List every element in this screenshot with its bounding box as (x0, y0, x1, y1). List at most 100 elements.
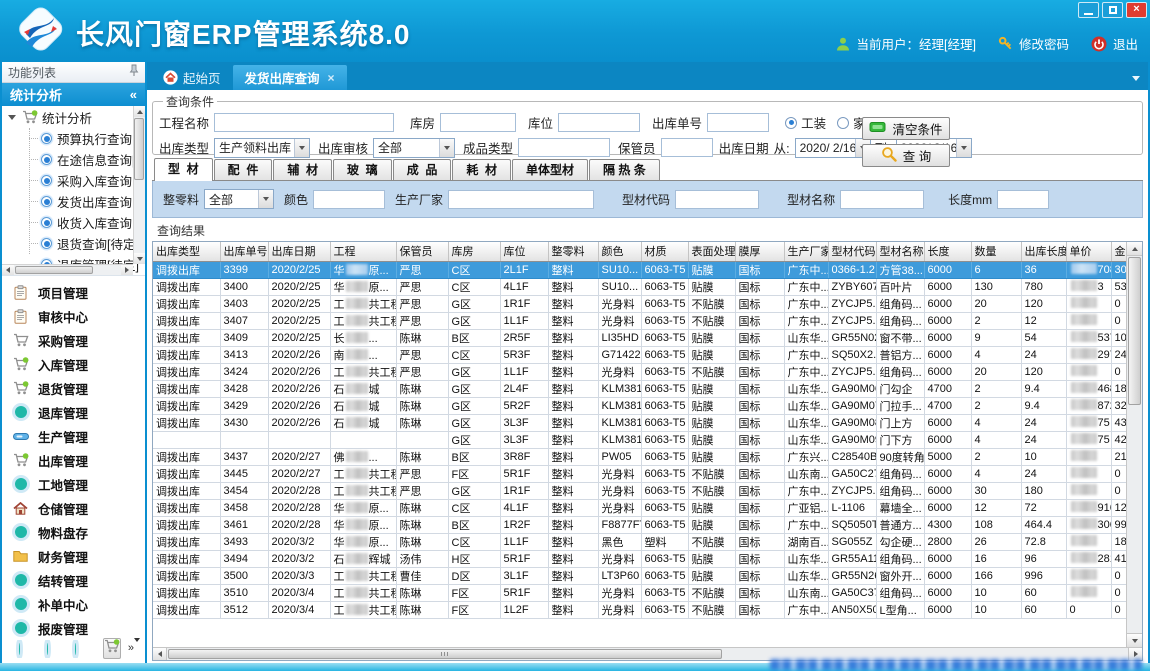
dropdown-arrow-icon[interactable] (956, 139, 971, 157)
length-input[interactable] (997, 190, 1049, 209)
column-header[interactable]: 库位 (500, 242, 548, 261)
column-header[interactable]: 颜色 (598, 242, 641, 261)
table-row[interactable]: 调拨出库34002020/2/25华原...严思C区4L1F整料SU10...6… (153, 278, 1141, 295)
column-header[interactable]: 型材名称 (876, 242, 924, 261)
table-row[interactable]: 调拨出库34582020/2/28华原...陈琳C区4L1F整料光身料6063-… (153, 499, 1141, 516)
scroll-up-icon[interactable] (134, 106, 145, 117)
column-header[interactable]: 保管员 (396, 242, 448, 261)
pin-icon[interactable] (129, 64, 139, 80)
outbound-type-select[interactable]: 生产领料出库 (214, 138, 310, 158)
dock-cart-button[interactable] (103, 638, 121, 659)
maximize-button[interactable] (1102, 2, 1123, 18)
sidebar-item-结转管理[interactable]: 结转管理 (2, 568, 145, 592)
tab-起始页[interactable]: 起始页 (151, 65, 233, 90)
dropdown-arrow-icon[interactable] (439, 139, 454, 157)
scroll-up-icon[interactable] (1127, 242, 1142, 256)
close-button[interactable]: × (1126, 2, 1147, 18)
tree-horizontal-scrollbar[interactable] (2, 264, 133, 275)
table-row[interactable]: 调拨出库34542020/2/28工共工程严思G区1R1F整料光身料6063-T… (153, 482, 1141, 499)
column-header[interactable]: 工程 (330, 242, 396, 261)
table-row[interactable]: 调拨出库34932020/3/2华原...陈琳C区1L1F整料黑色塑料不贴膜国标… (153, 533, 1141, 550)
column-header[interactable]: 数量 (971, 242, 1021, 261)
table-row[interactable]: 调拨出库35002020/3/3工共工程曹佳D区3L1F整料LT3P606063… (153, 567, 1141, 584)
order-no-input[interactable] (707, 113, 769, 132)
table-row[interactable]: 调拨出库34092020/2/25长...陈琳B区2R5F整料LI35HD606… (153, 329, 1141, 346)
search-button[interactable]: 查 询 (862, 144, 950, 167)
dock-circle-icon[interactable] (19, 643, 20, 655)
table-row[interactable]: 调拨出库34452020/2/27工共工程严思F区5R1F整料光身料6063-T… (153, 465, 1141, 482)
tree-vertical-scrollbar[interactable] (133, 106, 145, 264)
table-row[interactable]: 调拨出库34282020/2/26石城陈琳G区2L4F整料KLM38176063… (153, 380, 1141, 397)
sidebar-item-补单中心[interactable]: 补单中心 (2, 592, 145, 616)
keeper-input[interactable] (661, 138, 713, 157)
date-from-select[interactable]: 2020/ 2/16 (795, 138, 871, 158)
column-header[interactable]: 表面处理 (688, 242, 735, 261)
dock-circle-icon[interactable] (47, 643, 48, 655)
color-input[interactable] (313, 190, 385, 209)
scroll-left-icon[interactable] (153, 648, 167, 660)
scroll-right-icon[interactable] (121, 265, 133, 275)
vertical-scrollbar[interactable] (1126, 242, 1142, 647)
table-row[interactable]: 调拨出库34942020/3/2石辉城汤伟H区5R1F整料光身料6063-T5贴… (153, 550, 1141, 567)
tree-item[interactable]: 采购入库查询 (2, 170, 145, 191)
table-row[interactable]: 调拨出库34072020/2/25工共工程严思G区1L1F整料光身料6063-T… (153, 312, 1141, 329)
manufacturer-input[interactable] (448, 190, 594, 209)
table-row[interactable]: 调拨出库35102020/3/4工共工程陈琳F区5R1F整料光身料6063-T5… (153, 584, 1141, 601)
table-row[interactable]: 调拨出库34032020/2/25工共工程严思G区1R1F整料光身料6063-T… (153, 295, 1141, 312)
sidebar-group-header[interactable]: 统计分析 « (2, 83, 145, 106)
sidebar-item-退库管理[interactable]: 退库管理 (2, 400, 145, 424)
scroll-down-icon[interactable] (134, 253, 145, 264)
column-header[interactable]: 出库日期 (268, 242, 330, 261)
tree-item[interactable]: 在途信息查询[待 (2, 149, 145, 170)
profile-code-input[interactable] (675, 190, 759, 209)
sidebar-item-入库管理[interactable]: 入库管理 (2, 352, 145, 376)
tree-item[interactable]: 发货出库查询 (2, 191, 145, 212)
column-header[interactable]: 出库类型 (153, 242, 220, 261)
radio-industrial-label[interactable]: 工装 (801, 113, 826, 132)
column-header[interactable]: 长度 (924, 242, 971, 261)
tab-发货出库查询[interactable]: 发货出库查询× (233, 65, 347, 90)
minimize-button[interactable] (1078, 2, 1099, 18)
change-password-link[interactable]: 修改密码 (1019, 34, 1069, 53)
more-buttons-chevron[interactable]: » (128, 645, 140, 652)
collapse-icon[interactable]: « (130, 87, 137, 102)
project-name-input[interactable] (214, 113, 394, 132)
radio-home[interactable] (837, 117, 849, 129)
profile-name-input[interactable] (840, 190, 924, 209)
column-header[interactable]: 出库单号 (220, 242, 268, 261)
sidebar-item-物料盘存[interactable]: 物料盘存 (2, 520, 145, 544)
dropdown-arrow-icon[interactable] (294, 139, 309, 157)
tree-vscroll-thumb[interactable] (134, 118, 144, 180)
sidebar-item-仓储管理[interactable]: 仓储管理 (2, 496, 145, 520)
horizontal-scroll-thumb[interactable] (168, 649, 722, 659)
scroll-left-icon[interactable] (2, 265, 14, 275)
table-row[interactable]: G区3L3F整料KLM38176063-T5贴膜国标山东华...GA90M09.… (153, 431, 1141, 448)
tree-hscroll-thumb[interactable] (15, 266, 93, 274)
audit-select[interactable]: 全部 (373, 138, 455, 158)
dock-circle-icon[interactable] (75, 643, 76, 655)
sidebar-item-报废管理[interactable]: 报废管理 (2, 616, 145, 637)
table-row[interactable]: 调拨出库34372020/2/27佛...陈琳B区3R8F整料PW056063-… (153, 448, 1141, 465)
vertical-scroll-thumb[interactable] (1128, 257, 1141, 405)
sidebar-item-项目管理[interactable]: 项目管理 (2, 280, 145, 304)
column-header[interactable]: 库房 (448, 242, 500, 261)
column-header[interactable]: 材质 (641, 242, 688, 261)
clear-conditions-button[interactable]: 清空条件 (862, 117, 950, 140)
tab-close-icon[interactable]: × (328, 71, 335, 85)
sidebar-item-出库管理[interactable]: 出库管理 (2, 448, 145, 472)
table-row[interactable]: 调拨出库34612020/2/28华原...陈琳B区1R2F整料F8877FT6… (153, 516, 1141, 533)
sidebar-item-采购管理[interactable]: 采购管理 (2, 328, 145, 352)
table-row[interactable]: 调拨出库34242020/2/26工共工程严思G区1L1F整料光身料6063-T… (153, 363, 1141, 380)
sidebar-item-生产管理[interactable]: 生产管理 (2, 424, 145, 448)
sidebar-item-工地管理[interactable]: 工地管理 (2, 472, 145, 496)
tree-root-node[interactable]: 统计分析 (2, 106, 145, 128)
scroll-down-icon[interactable] (1127, 633, 1142, 647)
table-row[interactable]: 调拨出库34132020/2/26南...严思C区5R3F整料G71422606… (153, 346, 1141, 363)
column-header[interactable]: 生产厂家 (784, 242, 828, 261)
sidebar-item-审核中心[interactable]: 审核中心 (2, 304, 145, 328)
tree-item[interactable]: 退货查询[待定] (2, 233, 145, 254)
product-type-input[interactable] (518, 138, 610, 157)
sidebar-item-财务管理[interactable]: 财务管理 (2, 544, 145, 568)
dropdown-arrow-icon[interactable] (258, 190, 273, 208)
column-header[interactable]: 整零料 (548, 242, 598, 261)
